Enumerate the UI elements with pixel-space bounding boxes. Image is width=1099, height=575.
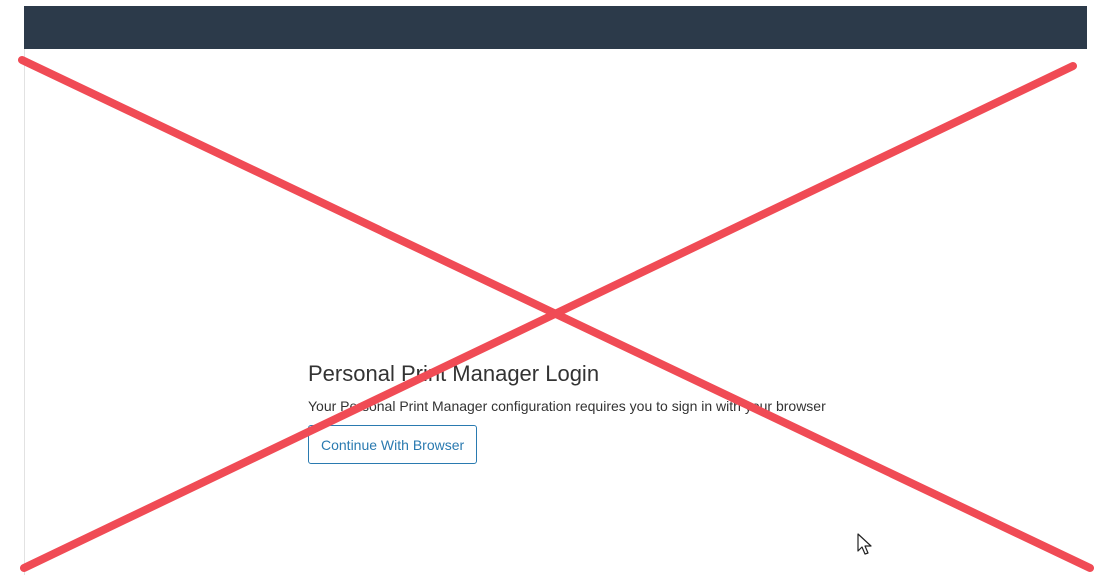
login-title: Personal Print Manager Login [308,361,600,386]
app-window: Personal Print Manager Login Your Person… [0,0,1099,575]
main-content: Personal Print Manager Login Your Person… [24,49,1087,575]
login-panel: Personal Print Manager Login Your Person… [308,359,826,464]
continue-with-browser-button[interactable]: Continue With Browser [308,425,478,464]
mouse-pointer-icon [857,533,872,555]
login-description: Your Personal Print Manager configuratio… [308,398,826,414]
header-bar [24,6,1087,49]
